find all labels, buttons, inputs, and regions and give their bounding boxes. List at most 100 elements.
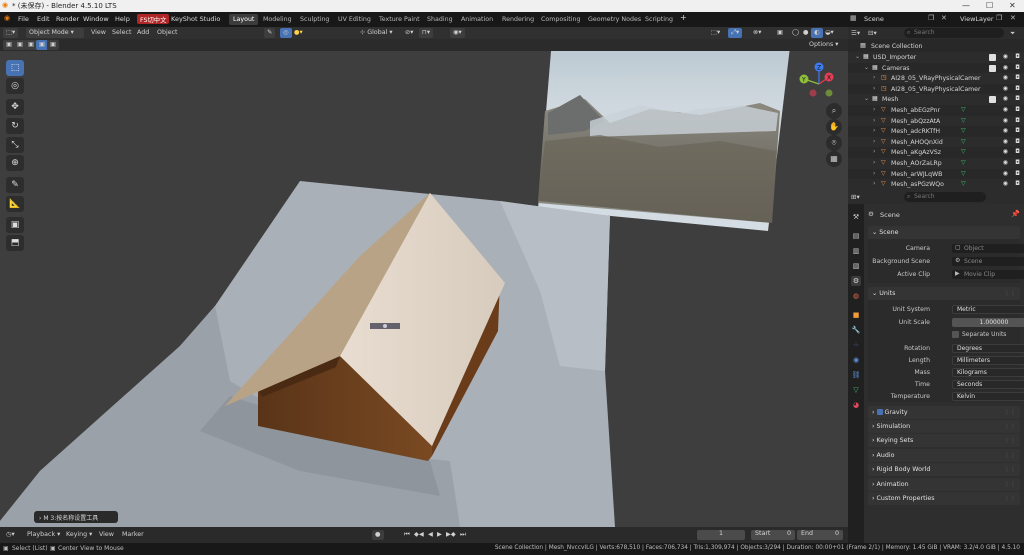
drag-handle-icon[interactable]: ⋮⋮ [1004,409,1016,416]
exclude-checkbox[interactable] [989,54,996,61]
constraints-tab-icon[interactable]: ⛓ [851,370,861,380]
visibility-eye-icon[interactable]: ◉ [1003,148,1008,155]
tab-rendering[interactable]: Rendering [498,14,538,25]
start-frame-field[interactable]: Start 0 [751,530,795,540]
scale-tool-icon[interactable]: ⤡ [6,137,24,153]
menu-select[interactable]: Select [109,28,134,38]
tab-layout[interactable]: Layout [229,14,259,25]
world-tab-icon[interactable]: ◍ [851,291,861,301]
menu-file[interactable]: File [18,15,29,23]
mesh-data-icon[interactable]: ▽ [961,106,966,113]
camera-view-icon[interactable]: ⌾ [826,135,842,151]
outliner-editor-icon[interactable]: ☰▾ [851,29,860,37]
background-scene-field[interactable]: ⚙ Scene [952,257,1024,266]
timeline-editor-icon[interactable]: ◷▾ [3,530,18,540]
drag-handle-icon[interactable]: ⋮⋮ [1004,437,1016,444]
expand-chevron-icon[interactable]: ⌄ [864,64,869,71]
render-camera-icon[interactable]: ◘ [1015,127,1020,134]
select-mode-intersect-icon[interactable]: ▣ [47,40,59,50]
minimize-button[interactable]: — [962,1,970,10]
editor-type-icon[interactable]: ⬚▾ [3,28,19,38]
outliner-row[interactable]: › ▽ Mesh_adcRKTfH ▽ ◉ ◘ [848,126,1024,137]
unit-system-dropdown[interactable]: Metric⌄ [952,305,1024,314]
temperature-dropdown[interactable]: Kelvin⌄ [952,392,1024,401]
3d-viewport[interactable]: ⬚ ◎ ✥ ↻ ⤡ ⊕ ✎ 📐 ▣ ⬒ Y Z X ⌕ ✋ ⌾ ▦ › M 3:… [0,51,848,527]
keyshot-studio-menu[interactable]: KeyShot Studio [171,15,220,23]
outliner-row[interactable]: ⌄ ▦ Cameras ◉ ◘ [848,63,1024,74]
drag-handle-icon[interactable]: ⋮⋮ [1004,452,1016,459]
mode-dropdown[interactable]: Object Mode ▾ [26,28,84,38]
menu-timeline-view[interactable]: View [96,530,117,540]
render-camera-icon[interactable]: ◘ [1015,95,1020,102]
menu-keying[interactable]: Keying ▾ [63,530,95,540]
collapse-chevron-icon[interactable]: › [873,138,875,145]
measure-tool-icon[interactable]: 📐 [6,196,24,212]
outliner-row[interactable]: › ▽ Mesh_asPGzWQo ▽ ◉ ◘ [848,179,1024,190]
length-dropdown[interactable]: Millimeters⌄ [952,356,1024,365]
shading-rendered-icon[interactable]: ◒▾ [822,28,837,38]
menu-playback[interactable]: Playback ▾ [24,530,63,540]
cursor-tool-icon-left[interactable]: ◎ [6,78,24,94]
mesh-data-icon[interactable]: ▽ [961,127,966,134]
mesh-data-icon[interactable]: ▽ [961,170,966,177]
menu-add[interactable]: Add [134,28,152,38]
add-cube-tool-icon[interactable]: ▣ [6,217,24,233]
outliner-row[interactable]: › ▽ Mesh_abQzzAtA ▽ ◉ ◘ [848,115,1024,127]
outliner-search-input[interactable]: ⌕ Search [904,28,1004,38]
unit-scale-field[interactable]: 1.000000 [952,318,1024,327]
snap-icon[interactable]: ⊓▾ [419,28,434,38]
drag-handle-icon[interactable]: ⋮⋮ [1004,290,1016,297]
view-layer-tab-icon[interactable]: ▧ [851,261,861,271]
visibility-eye-icon[interactable]: ◉ [1003,106,1008,113]
scene-panel-header[interactable]: ⌄ Scene [868,226,1020,239]
menu-object[interactable]: Object [154,28,181,38]
delete-scene-icon[interactable]: ✕ [941,14,947,22]
collapse-chevron-icon[interactable]: › [873,85,875,92]
drag-handle-icon[interactable]: ⋮⋮ [1004,495,1016,502]
jump-end-icon[interactable]: ⏭ [457,530,469,540]
outliner-row[interactable]: ⌄ ▦ USD_Importer ◉ ◘ [848,52,1024,63]
exclude-checkbox[interactable] [989,64,996,72]
move-tool-icon[interactable]: ✥ [6,99,24,115]
visibility-eye-icon[interactable]: ◉ [1003,53,1008,60]
blender-menu-icon[interactable]: ◉ [4,14,10,22]
drag-handle-icon[interactable]: ⋮⋮ [1004,466,1016,473]
orientation-dropdown[interactable]: ⊹ Global ▾ [357,28,396,38]
render-camera-icon[interactable]: ◘ [1015,170,1020,177]
annotate-tool-icon[interactable]: ✎ [6,177,24,193]
physics-tab-icon[interactable]: ◉ [851,355,861,365]
transform-tool-icon[interactable]: ⊕ [6,155,24,171]
select-box-tool-icon[interactable]: ⬚ [6,60,24,76]
tab-sculpting[interactable]: Sculpting [296,14,333,25]
close-button[interactable]: ✕ [1009,1,1016,10]
visibility-eye-icon[interactable]: ◉ [1003,117,1008,124]
outliner-row[interactable]: › ▽ Mesh_aKgAzVSz ▽ ◉ ◘ [848,147,1024,158]
mesh-data-icon[interactable]: ▽ [961,138,966,145]
drag-handle-icon[interactable]: ⋮⋮ [1004,481,1016,488]
overlays-icon[interactable]: ⊗▾ [750,28,764,38]
properties-editor-icon[interactable]: ⊞▾ [851,193,860,201]
eyedropper-icon[interactable]: ✎ [264,28,276,38]
mesh-data-icon[interactable]: ▽ [961,180,966,187]
scene-tab-icon[interactable]: ⚙ [851,276,861,286]
filter-icon[interactable]: ⏷ [1010,29,1015,38]
pin-icon[interactable]: 📌 [1011,210,1020,218]
menu-window[interactable]: Window [83,15,109,23]
options-dropdown[interactable]: Options ▾ [806,40,841,50]
xray-toggle-icon[interactable]: ▣ [774,28,786,38]
new-scene-icon[interactable]: ❐ [928,14,934,22]
outliner-row[interactable]: › ▽ Mesh_abEGzPnr ▽ ◉ ◘ [848,105,1024,116]
collapse-chevron-icon[interactable]: › [873,159,875,166]
outliner-row[interactable]: › ▽ Mesh_AHOQnXid ▽ ◉ ◘ [848,136,1024,148]
keying-sets-panel-header[interactable]: › Keying Sets ⋮⋮ [868,434,1020,447]
tab-geometry-nodes[interactable]: Geometry Nodes [584,14,645,25]
visibility-eye-icon[interactable]: ◉ [1003,170,1008,177]
render-camera-icon[interactable]: ◘ [1015,85,1020,92]
perspective-grid-icon[interactable]: ▦ [826,151,842,167]
tab-modeling[interactable]: Modeling [259,14,296,25]
add-object-tool-icon[interactable]: ⬒ [6,235,24,251]
expand-chevron-icon[interactable]: ⌄ [855,53,860,60]
render-camera-icon[interactable]: ◘ [1015,106,1020,113]
rotate-tool-icon[interactable]: ↻ [6,118,24,134]
visibility-eye-icon[interactable]: ◉ [1003,74,1008,81]
